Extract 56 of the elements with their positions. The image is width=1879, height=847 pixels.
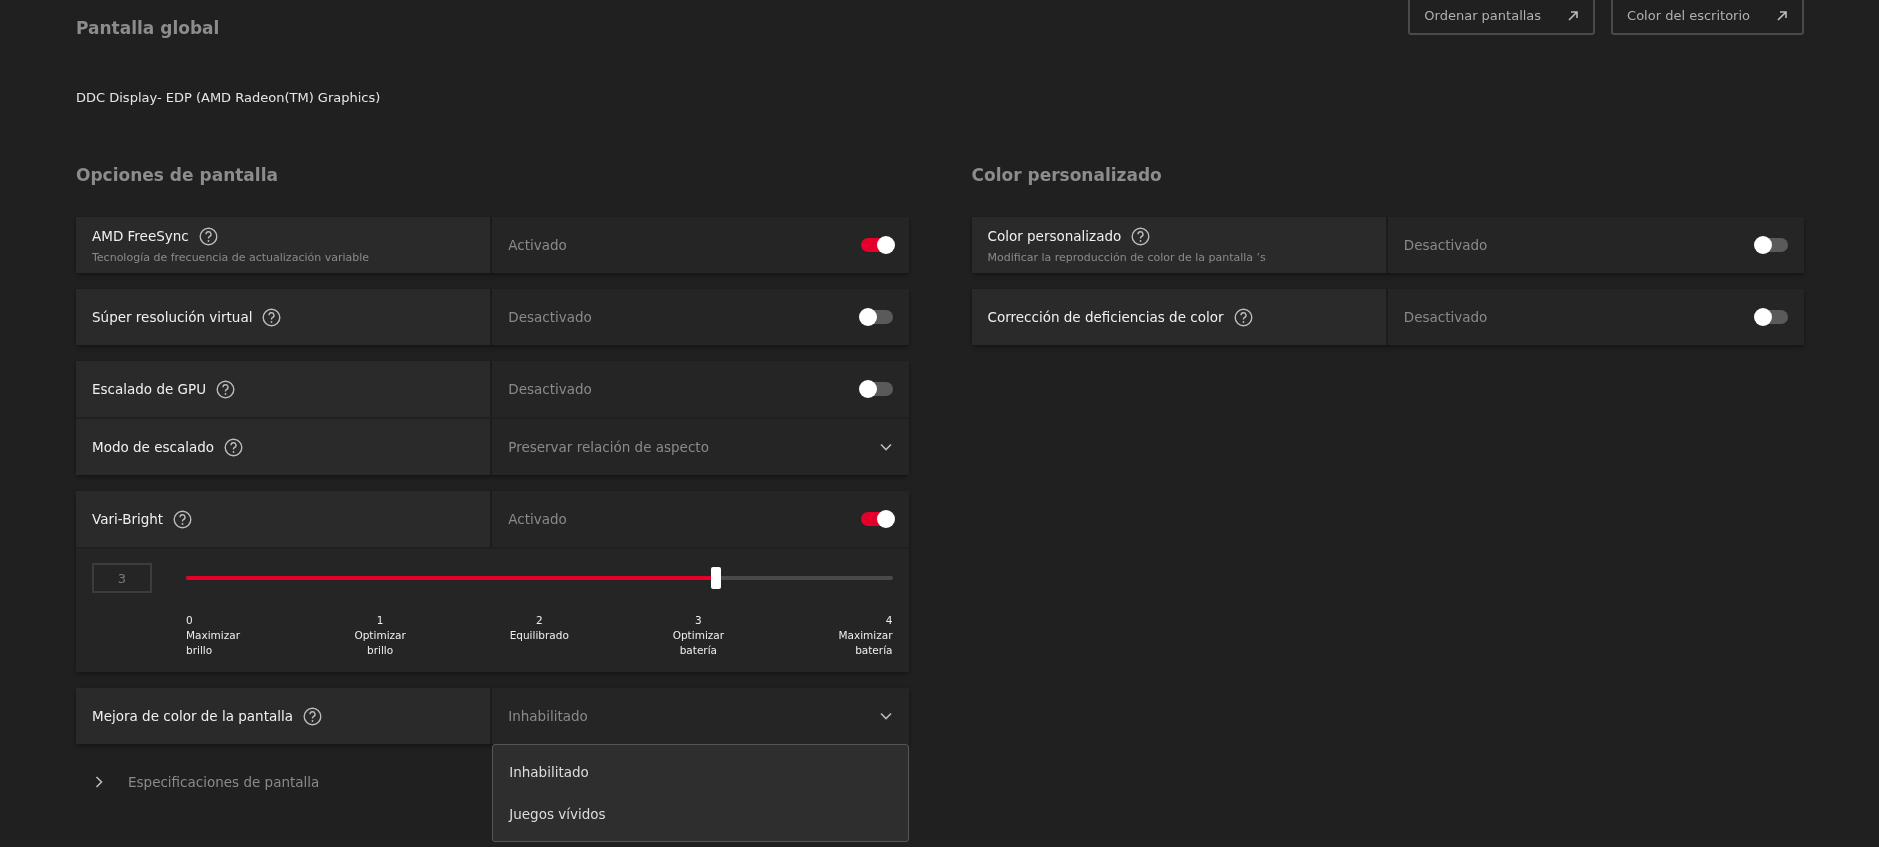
toggle-switch[interactable] (860, 382, 893, 396)
help-icon[interactable] (198, 226, 218, 246)
tick-number: 1 (376, 613, 384, 628)
help-icon[interactable] (1131, 226, 1151, 246)
tick-label: Maximizar brillo (186, 628, 242, 658)
help-icon[interactable] (216, 379, 236, 399)
setting-label: Corrección de deficiencias de color (987, 309, 1224, 325)
status-text: Desactivado (508, 381, 592, 397)
tick-number: 4 (885, 613, 893, 628)
toggle-switch[interactable] (860, 238, 893, 252)
dropdown[interactable]: Inhabilitado (492, 688, 909, 744)
toggle-switch[interactable] (1756, 238, 1788, 252)
setting-label: Color personalizado (987, 228, 1122, 244)
menu-option[interactable]: Inhabilitado (493, 751, 908, 793)
setting-description: Tecnología de frecuencia de actualización variable (92, 250, 371, 264)
tick-label: Optimizar batería (671, 628, 726, 658)
arrow-up-right-icon (1567, 9, 1580, 22)
dropdown[interactable]: Preservar relación de aspecto (492, 419, 909, 475)
setting-label: Escalado de GPU (92, 381, 207, 397)
tick-label: Equilibrado (509, 628, 569, 643)
toggle-switch[interactable] (860, 310, 893, 324)
specs-expander[interactable]: Especificaciones de pantalla (76, 760, 336, 804)
external-link-button[interactable]: Ordenar pantallas (1408, 0, 1596, 35)
external-link-button[interactable]: Color del escritorio (1611, 0, 1804, 35)
help-icon[interactable] (224, 437, 244, 457)
tick-number: 2 (535, 613, 543, 628)
setting-label: Súper resolución virtual (92, 309, 253, 325)
display-name: DDC Display- EDP (AMD Radeon(TM) Graphics) (76, 90, 382, 105)
slider-thumb[interactable] (710, 567, 721, 589)
menu-option[interactable]: Juegos vívidos (493, 793, 908, 835)
help-icon[interactable] (262, 307, 282, 327)
tick-label: Maximizar batería (837, 628, 893, 658)
status-text: Activado (508, 237, 567, 253)
status-text: Desactivado (508, 309, 592, 325)
toggle-switch[interactable] (860, 512, 893, 526)
toggle-switch[interactable] (1756, 310, 1788, 324)
status-text: Desactivado (1403, 309, 1488, 325)
status-text: Desactivado (1403, 237, 1488, 253)
status-text: Activado (508, 511, 567, 527)
page-title: Pantalla global (76, 18, 220, 38)
tick-number: 3 (695, 613, 702, 628)
setting-label: Mejora de color de la pantalla (92, 708, 293, 724)
setting-label: AMD FreeSync (92, 228, 189, 244)
help-icon[interactable] (173, 509, 193, 529)
slider-value-field[interactable]: 3 (92, 563, 152, 593)
setting-description: Modificar la reproducción de color de la pantalla ’s (987, 250, 1267, 264)
help-icon[interactable] (1233, 307, 1253, 327)
setting-label: Modo de escalado (92, 439, 215, 455)
arrow-up-right-icon (1776, 9, 1788, 22)
help-icon[interactable] (303, 706, 322, 726)
tick-number: 0 (186, 613, 193, 628)
tick-label: Optimizar brillo (353, 628, 407, 658)
section-heading: Color personalizado (971, 165, 1163, 185)
section-heading: Opciones de pantalla (76, 165, 279, 185)
setting-label: Vari-Bright (92, 511, 164, 527)
slider-track[interactable] (186, 567, 893, 589)
